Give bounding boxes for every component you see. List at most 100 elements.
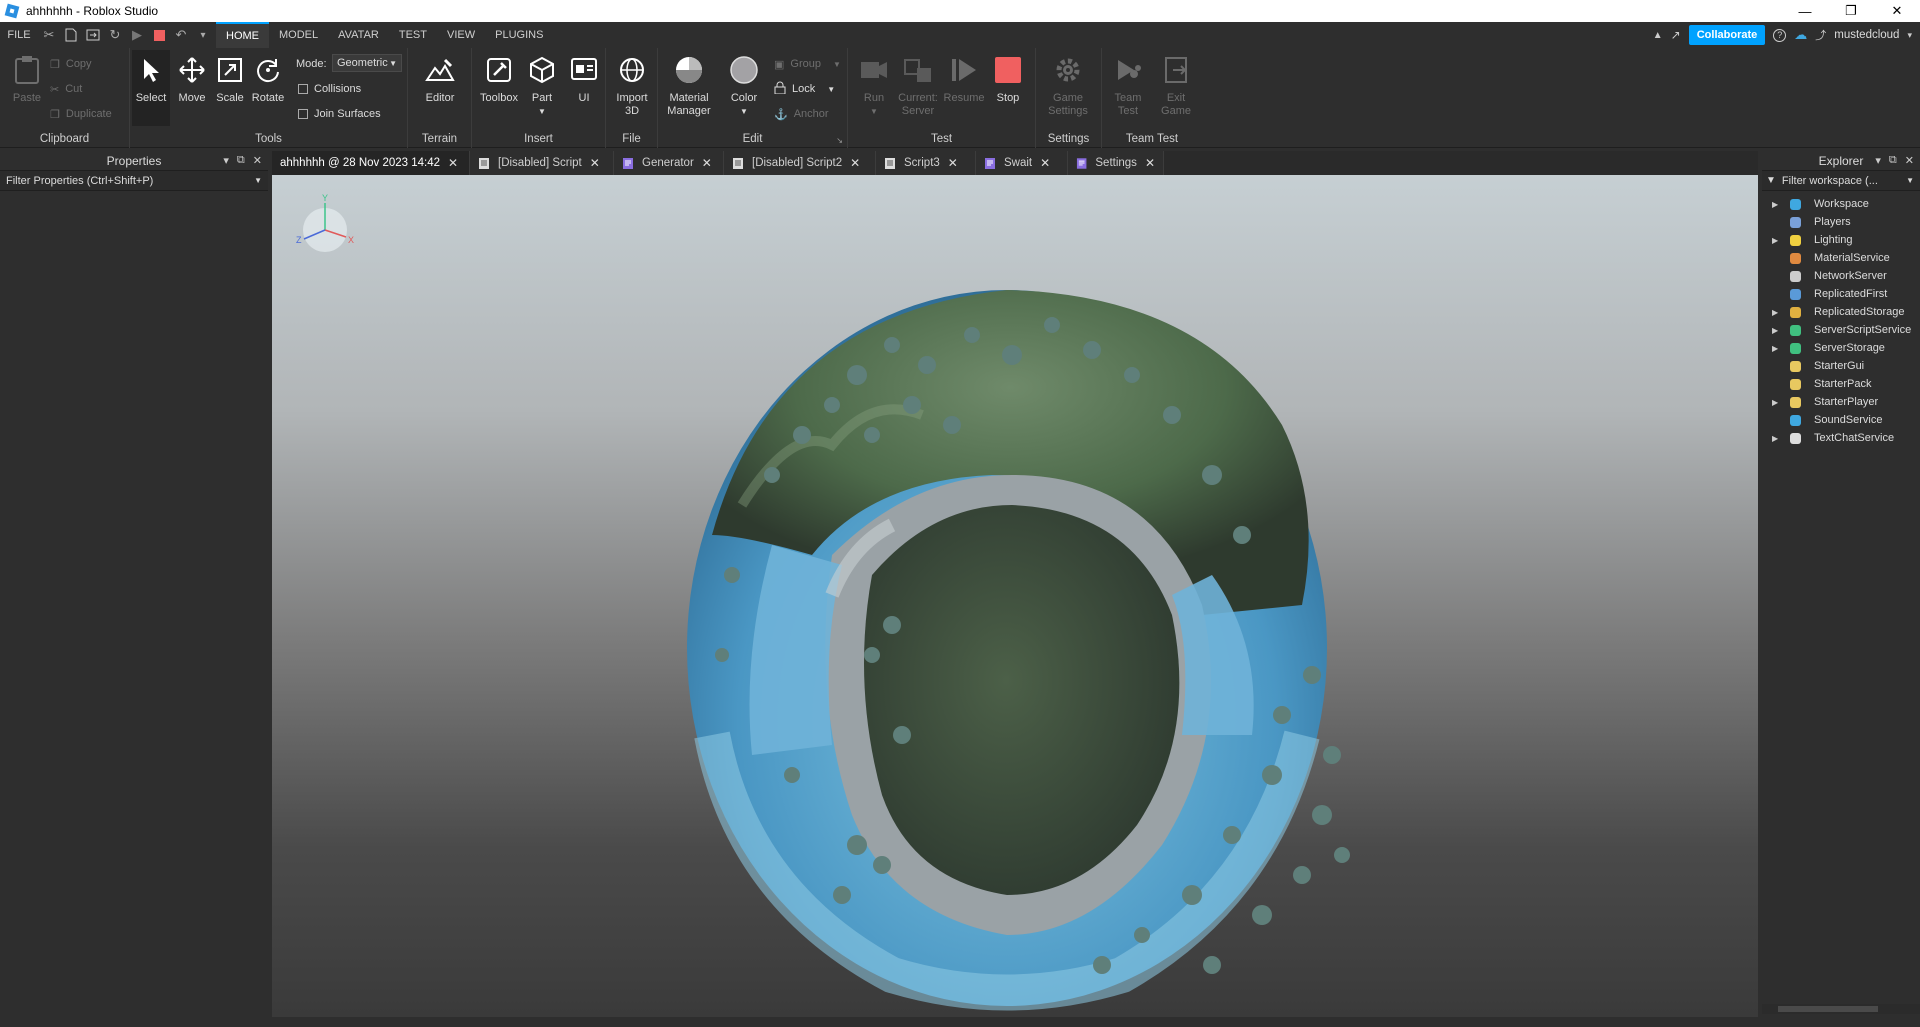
close-tab-icon[interactable]: ✕	[590, 156, 600, 170]
tab-disabled-script[interactable]: [Disabled] Script ✕	[470, 151, 614, 175]
explorer-item-serverscriptservice[interactable]: ▶ ServerScriptService	[1762, 321, 1920, 339]
lock-button[interactable]: Lock ▼	[774, 79, 835, 99]
chevron-down-icon[interactable]: ▼	[254, 176, 262, 185]
new-file-icon[interactable]	[60, 24, 82, 46]
explorer-item-lighting[interactable]: ▶ Lighting	[1762, 231, 1920, 249]
close-tab-icon[interactable]: ✕	[448, 156, 458, 170]
scale-button[interactable]: Scale	[210, 54, 250, 105]
explorer-item-networkserver[interactable]: NetworkServer	[1762, 267, 1920, 285]
collisions-checkbox[interactable]	[298, 84, 308, 94]
planet-model[interactable]	[687, 290, 1327, 1011]
close-window-button[interactable]: ✕	[1874, 0, 1920, 22]
close-icon[interactable]: ✕	[1905, 154, 1914, 167]
close-icon[interactable]: ✕	[253, 154, 262, 167]
join-surfaces-checkbox[interactable]	[298, 109, 308, 119]
explorer-item-starterpack[interactable]: StarterPack	[1762, 375, 1920, 393]
cut-button[interactable]: ✂ Cut	[50, 79, 82, 99]
toolbox-button[interactable]: Toolbox	[476, 54, 522, 105]
restore-button[interactable]: ❐	[1828, 0, 1874, 22]
chevron-down-icon[interactable]: ▼	[1906, 176, 1914, 185]
tab-view[interactable]: VIEW	[437, 22, 485, 48]
ui-button[interactable]: UI	[564, 54, 604, 105]
tab-avatar[interactable]: AVATAR	[328, 22, 389, 48]
anchor-button[interactable]: ⚓ Anchor	[774, 104, 829, 124]
help-icon[interactable]: ?	[1773, 28, 1787, 42]
close-tab-icon[interactable]: ✕	[948, 156, 958, 170]
collapse-ribbon-icon[interactable]: ▲	[1653, 30, 1663, 41]
resume-button[interactable]: Resume	[942, 54, 986, 105]
cloud-icon[interactable]: ☁	[1794, 27, 1807, 43]
stop-button[interactable]: Stop	[988, 54, 1028, 105]
join-surfaces-toggle[interactable]: Join Surfaces	[298, 104, 381, 124]
part-dropdown-icon[interactable]: ▼	[538, 105, 546, 118]
expand-arrow-icon[interactable]: ▶	[1772, 308, 1778, 317]
panel-menu-icon[interactable]: ▾	[1875, 154, 1881, 167]
play-quick-icon[interactable]: ▶	[126, 24, 148, 46]
team-test-button[interactable]: Team Test	[1108, 54, 1148, 118]
explorer-item-soundservice[interactable]: SoundService	[1762, 411, 1920, 429]
explorer-horizontal-scrollbar[interactable]	[1762, 1004, 1920, 1014]
username[interactable]: mustedcloud	[1834, 29, 1899, 41]
run-button[interactable]: Run ▼	[854, 54, 894, 118]
game-settings-button[interactable]: Game Settings	[1048, 54, 1088, 118]
close-tab-icon[interactable]: ✕	[1145, 156, 1155, 170]
expand-arrow-icon[interactable]: ▶	[1772, 344, 1778, 353]
move-button[interactable]: Move	[172, 54, 212, 105]
import-3d-button[interactable]: Import 3D	[612, 54, 652, 118]
color-dropdown-icon[interactable]: ▼	[740, 105, 748, 118]
collaborate-button[interactable]: Collaborate	[1688, 25, 1766, 45]
tab-swait[interactable]: Swait ✕	[976, 151, 1068, 175]
select-button[interactable]: Select	[132, 50, 170, 126]
explorer-item-serverstorage[interactable]: ▶ ServerStorage	[1762, 339, 1920, 357]
explorer-item-replicatedfirst[interactable]: ReplicatedFirst	[1762, 285, 1920, 303]
material-manager-button[interactable]: Material Manager	[664, 54, 714, 118]
filter-workspace-input[interactable]: ▼ Filter workspace (... ▼	[1762, 171, 1920, 191]
tab-place[interactable]: ahhhhhh @ 28 Nov 2023 14:42 ✕	[272, 151, 470, 175]
tab-plugins[interactable]: PLUGINS	[485, 22, 553, 48]
tab-disabled-script2[interactable]: [Disabled] Script2 ✕	[724, 151, 876, 175]
share-icon[interactable]: ↗	[1671, 28, 1681, 42]
filter-properties-input[interactable]: Filter Properties (Ctrl+Shift+P) ▼	[0, 171, 268, 191]
explorer-item-players[interactable]: Players	[1762, 213, 1920, 231]
panel-menu-icon[interactable]: ▾	[223, 154, 229, 167]
publish-icon[interactable]	[82, 24, 104, 46]
rotate-button[interactable]: Rotate	[248, 54, 288, 105]
undock-icon[interactable]: ⧉	[1889, 154, 1897, 167]
redo-quick-icon[interactable]: ↻	[104, 24, 126, 46]
color-button[interactable]: Color ▼	[724, 54, 764, 118]
view-orientation-gizmo[interactable]: Y X Z	[296, 193, 354, 252]
close-tab-icon[interactable]: ✕	[850, 156, 860, 170]
tab-settings-script[interactable]: Settings ✕	[1068, 151, 1164, 175]
tab-generator[interactable]: Generator ✕	[614, 151, 724, 175]
explorer-item-replicatedstorage[interactable]: ▶ ReplicatedStorage	[1762, 303, 1920, 321]
cut-quick-icon[interactable]: ✂	[38, 24, 60, 46]
explorer-item-workspace[interactable]: ▶ Workspace	[1762, 195, 1920, 213]
current-server-button[interactable]: Current: Server	[896, 54, 940, 118]
explorer-item-starterplayer[interactable]: ▶ StarterPlayer	[1762, 393, 1920, 411]
scrollbar-thumb[interactable]	[1778, 1006, 1878, 1012]
tab-model[interactable]: MODEL	[269, 22, 328, 48]
stop-quick-icon[interactable]	[148, 24, 170, 46]
explorer-item-startergui[interactable]: StarterGui	[1762, 357, 1920, 375]
part-button[interactable]: Part ▼	[522, 54, 562, 118]
explorer-item-textchatservice[interactable]: ▶ TextChatService	[1762, 429, 1920, 447]
close-tab-icon[interactable]: ✕	[702, 156, 712, 170]
exit-game-button[interactable]: Exit Game	[1156, 54, 1196, 118]
collisions-toggle[interactable]: Collisions	[298, 79, 361, 99]
expand-arrow-icon[interactable]: ▶	[1772, 236, 1778, 245]
duplicate-button[interactable]: ❐ Duplicate	[50, 104, 112, 124]
group-button[interactable]: ▣ Group ▼	[774, 54, 841, 74]
terrain-editor-button[interactable]: Editor	[420, 54, 460, 105]
edit-expand-icon[interactable]: ↘	[836, 136, 843, 145]
user-dropdown-icon[interactable]: ▾	[1907, 30, 1912, 41]
tab-file[interactable]: FILE	[0, 22, 38, 48]
tab-home[interactable]: HOME	[216, 22, 269, 48]
undock-icon[interactable]: ⧉	[237, 154, 245, 167]
expand-arrow-icon[interactable]: ▶	[1772, 398, 1778, 407]
3d-viewport[interactable]: Y X Z	[272, 175, 1758, 1017]
tab-test[interactable]: TEST	[389, 22, 437, 48]
expand-arrow-icon[interactable]: ▶	[1772, 434, 1778, 443]
undo-quick-icon[interactable]: ↶	[170, 24, 192, 46]
explorer-item-materialservice[interactable]: MaterialService	[1762, 249, 1920, 267]
copy-button[interactable]: ❐ Copy	[50, 54, 92, 74]
